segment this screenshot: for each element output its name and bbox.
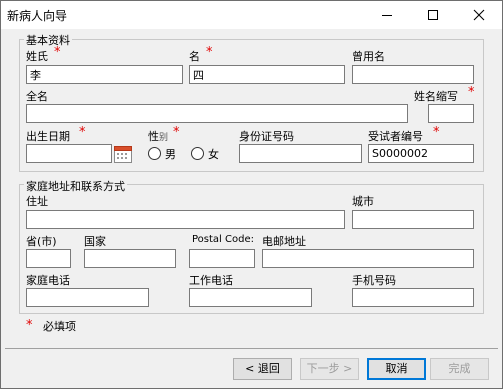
- province-input[interactable]: [26, 249, 71, 268]
- address-group-title: 家庭地址和联系方式: [24, 178, 127, 194]
- window-title: 新病人向导: [7, 9, 68, 23]
- gender-required-mark: *: [173, 125, 180, 140]
- mobile-label: 手机号码: [352, 274, 396, 287]
- id-card-label: 身份证号码: [239, 130, 294, 143]
- postal-code-label: Postal Code:: [192, 234, 254, 245]
- subject-id-label: 受试者编号: [368, 130, 423, 143]
- birth-date-input[interactable]: [26, 144, 112, 163]
- calendar-icon[interactable]: [114, 145, 132, 163]
- work-phone-input[interactable]: [189, 288, 312, 307]
- work-phone-label: 工作电话: [189, 274, 233, 287]
- id-card-input[interactable]: [239, 144, 362, 163]
- home-phone-label: 家庭电话: [26, 274, 70, 287]
- name-abbr-label: 姓名缩写: [414, 90, 458, 103]
- cancel-button[interactable]: 取消: [367, 358, 426, 380]
- minimize-button[interactable]: [364, 1, 410, 29]
- wizard-window: 新病人向导 基本资料 姓氏 * 名 * 曾用名 全名 姓名缩写 * 出生日期 *…: [0, 0, 503, 389]
- gender-male-label[interactable]: 男: [165, 146, 176, 162]
- gender-female-label[interactable]: 女: [208, 146, 219, 162]
- given-name-label: 名: [189, 50, 200, 63]
- close-button[interactable]: [456, 1, 502, 29]
- subject-id-input[interactable]: [368, 144, 474, 163]
- minimize-icon: [382, 15, 392, 16]
- city-label: 城市: [352, 195, 374, 208]
- country-label: 国家: [84, 235, 106, 248]
- given-name-input[interactable]: [189, 65, 345, 84]
- province-label: 省(市): [26, 235, 57, 248]
- surname-label: 姓氏: [26, 50, 48, 63]
- email-input[interactable]: [262, 249, 474, 268]
- title-bar: 新病人向导: [1, 1, 502, 29]
- gender-label: 性别: [148, 128, 168, 144]
- back-button[interactable]: < 退回: [233, 358, 292, 380]
- subject-id-required-mark: *: [433, 125, 440, 140]
- postal-code-input[interactable]: [189, 249, 255, 268]
- footer-divider: [5, 348, 498, 349]
- birth-date-label: 出生日期: [26, 130, 70, 143]
- next-button[interactable]: 下一步 >: [300, 358, 359, 380]
- surname-required-mark: *: [54, 45, 61, 60]
- mobile-input[interactable]: [352, 288, 474, 307]
- name-abbr-required-mark: *: [468, 85, 475, 100]
- close-icon: [473, 9, 485, 21]
- former-name-input[interactable]: [352, 65, 474, 84]
- street-label: 住址: [26, 195, 48, 208]
- gender-label-small-text: 别: [159, 133, 169, 143]
- home-phone-input[interactable]: [26, 288, 149, 307]
- finish-button[interactable]: 完成: [430, 358, 489, 380]
- given-name-required-mark: *: [206, 45, 213, 60]
- country-input[interactable]: [84, 249, 176, 268]
- required-legend-mark: *: [26, 318, 33, 333]
- gender-female-radio[interactable]: [191, 147, 204, 160]
- name-abbr-input[interactable]: [428, 104, 474, 123]
- gender-label-text: 性: [148, 130, 159, 143]
- maximize-button[interactable]: [410, 1, 456, 29]
- street-input[interactable]: [26, 210, 345, 229]
- full-name-label: 全名: [26, 90, 48, 103]
- surname-input[interactable]: [26, 65, 183, 84]
- maximize-icon: [428, 10, 438, 20]
- email-label: 电邮地址: [262, 235, 306, 248]
- basic-info-group-title: 基本资料: [24, 32, 72, 48]
- required-legend-label: 必填项: [43, 320, 76, 333]
- gender-male-radio[interactable]: [148, 147, 161, 160]
- full-name-input[interactable]: [26, 104, 408, 123]
- former-name-label: 曾用名: [352, 50, 385, 63]
- city-input[interactable]: [352, 210, 474, 229]
- birth-date-required-mark: *: [79, 125, 86, 140]
